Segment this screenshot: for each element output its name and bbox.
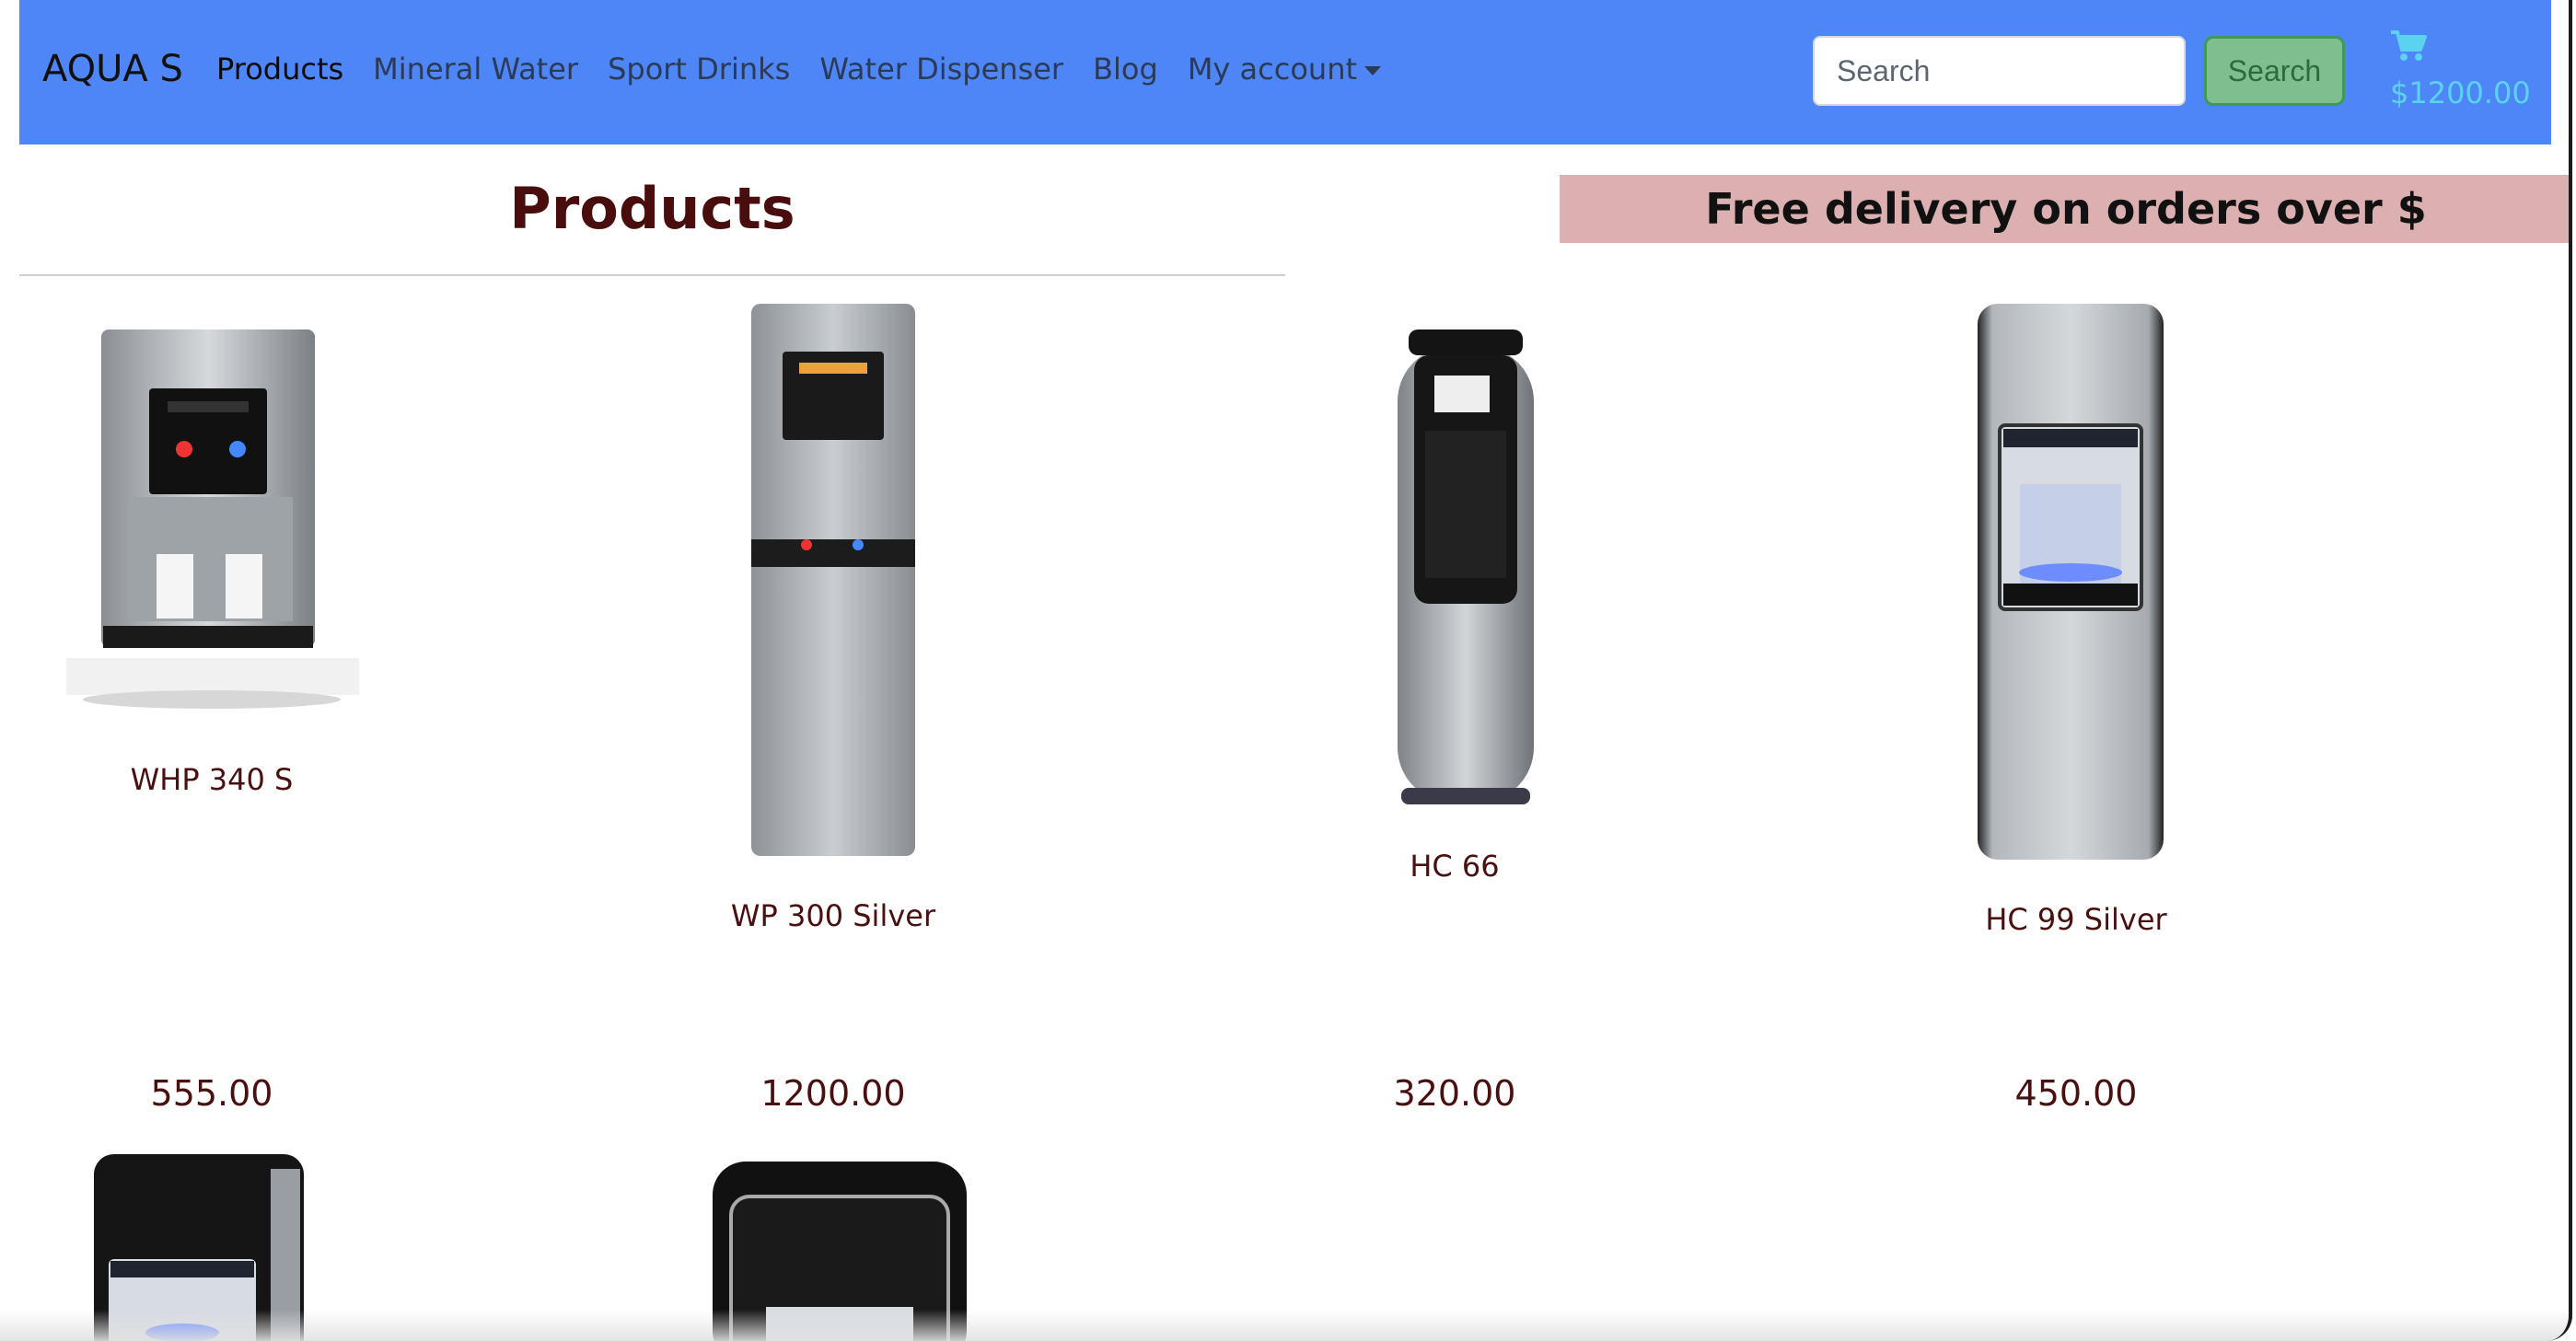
bottom-shadow <box>0 1310 2569 1341</box>
product-image-wp-300-silver[interactable] <box>746 302 921 860</box>
nav-link-sport-drinks[interactable]: Sport Drinks <box>608 52 790 87</box>
product-card[interactable]: WHP 340 S <box>28 762 396 797</box>
product-card[interactable]: HC 99 Silver <box>1892 902 2260 937</box>
chevron-down-icon <box>1364 66 1382 75</box>
my-account-label: My account <box>1187 52 1358 87</box>
cart-link[interactable]: $1200.00 <box>2390 29 2531 110</box>
nav-links: Products Mineral Water Sport Drinks Wate… <box>216 52 1382 87</box>
product-price: 450.00 <box>2014 1073 2138 1114</box>
price-block: 320.00 <box>1271 1073 1639 1114</box>
product-name[interactable]: HC 66 <box>1271 849 1639 884</box>
nav-link-water-dispenser[interactable]: Water Dispenser <box>819 52 1063 87</box>
product-name[interactable]: WHP 340 S <box>28 762 396 797</box>
product-name[interactable]: HC 99 Silver <box>1892 902 2260 937</box>
brand-logo[interactable]: AQUA S <box>42 48 183 90</box>
divider <box>19 274 1285 276</box>
navbar: AQUA S Products Mineral Water Sport Drin… <box>19 0 2551 145</box>
product-image-hc-66[interactable] <box>1392 328 1539 810</box>
my-account-dropdown[interactable]: My account <box>1187 52 1382 87</box>
nav-link-blog[interactable]: Blog <box>1093 52 1158 87</box>
product-price: 1200.00 <box>760 1073 906 1114</box>
product-price: 555.00 <box>150 1073 273 1114</box>
page: AQUA S Products Mineral Water Sport Drin… <box>0 0 2572 1341</box>
product-card[interactable]: WP 300 Silver <box>649 898 1017 933</box>
product-price: 320.00 <box>1393 1073 1516 1114</box>
product-image-whp-340-s[interactable] <box>55 322 368 727</box>
nav-link-mineral-water[interactable]: Mineral Water <box>373 52 578 87</box>
price-block: 555.00 <box>28 1073 396 1114</box>
promo-banner: Free delivery on orders over $ <box>1560 175 2569 243</box>
product-card[interactable]: HC 66 <box>1271 849 1639 884</box>
search-input[interactable] <box>1813 36 2186 106</box>
product-name[interactable]: WP 300 Silver <box>649 898 1017 933</box>
cart-icon <box>2391 30 2427 61</box>
price-block: 450.00 <box>1892 1073 2260 1114</box>
page-title: Products <box>509 175 795 242</box>
nav-link-products[interactable]: Products <box>216 52 343 87</box>
search-button[interactable]: Search <box>2204 36 2345 106</box>
cart-total: $1200.00 <box>2390 75 2531 110</box>
price-block: 1200.00 <box>649 1073 1017 1114</box>
product-image-hc-99-silver[interactable] <box>1974 300 2167 863</box>
